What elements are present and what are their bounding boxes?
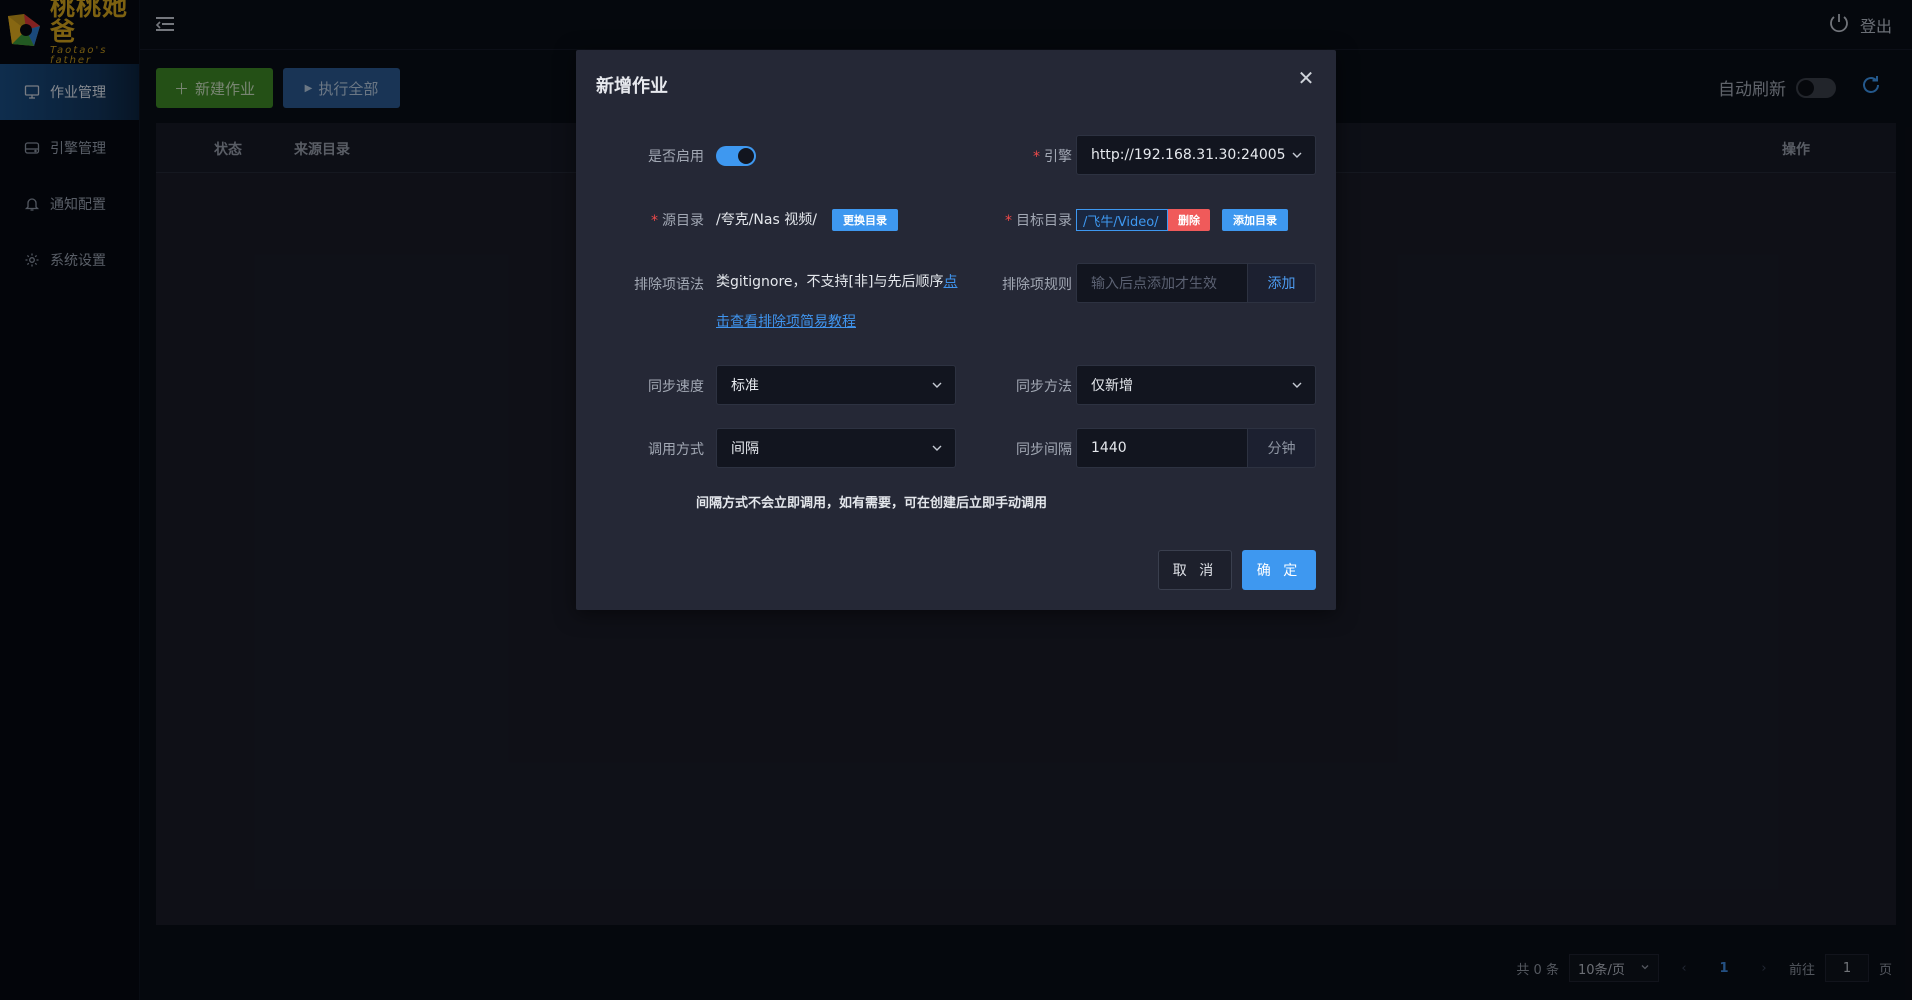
sync-interval-label: 同步间隔 — [1016, 442, 1072, 458]
exclude-rule-label: 排除项规则 — [1002, 277, 1072, 293]
interval-hint: 间隔方式不会立即调用，如有需要，可在创建后立即手动调用 — [696, 496, 1048, 511]
change-dir-button[interactable]: 更换目录 — [832, 209, 898, 231]
enabled-toggle[interactable] — [716, 146, 756, 166]
dialog-title: 新增作业 — [596, 76, 668, 97]
interval-unit: 分钟 — [1248, 428, 1316, 468]
chevron-down-icon — [1291, 379, 1303, 395]
sync-speed-select[interactable]: 标准 — [716, 365, 956, 405]
new-job-dialog: 新增作业 ✕ 是否启用 * 引擎 http://192.168.31.30:240… — [576, 50, 1336, 610]
sync-interval-input[interactable]: 1440 — [1076, 428, 1248, 468]
target-dir-label: * 目标目录 — [1005, 213, 1072, 229]
call-mode-select[interactable]: 间隔 — [716, 428, 956, 468]
chevron-down-icon — [1291, 149, 1303, 165]
sync-method-value: 仅新增 — [1091, 378, 1133, 394]
call-mode-value: 间隔 — [731, 441, 759, 457]
sync-method-select[interactable]: 仅新增 — [1076, 365, 1316, 405]
call-mode-label: 调用方式 — [648, 442, 704, 458]
confirm-button[interactable]: 确 定 — [1242, 550, 1316, 590]
sync-speed-label: 同步速度 — [648, 379, 704, 395]
delete-target-button[interactable]: 删除 — [1168, 209, 1210, 231]
source-dir-label: * 源目录 — [651, 213, 704, 229]
sync-speed-value: 标准 — [731, 378, 759, 394]
cancel-button[interactable]: 取 消 — [1158, 550, 1232, 590]
enabled-label: 是否启用 — [648, 149, 704, 165]
close-icon[interactable]: ✕ — [1296, 68, 1316, 88]
sync-method-label: 同步方法 — [1016, 379, 1072, 395]
exclude-rule-input[interactable]: 输入后点添加才生效 — [1076, 263, 1248, 303]
target-dir-value: /飞牛/Video/ — [1076, 209, 1168, 231]
engine-value: http://192.168.31.30:24005 — [1091, 147, 1286, 163]
exclude-syntax-label: 排除项语法 — [634, 277, 704, 293]
exclude-tutorial-link-cont[interactable]: 击查看排除项简易教程 — [716, 314, 856, 330]
chevron-down-icon — [931, 442, 943, 458]
exclude-syntax-help: 类gitignore，不支持[非]与先后顺序点 击查看排除项简易教程 — [716, 274, 958, 330]
engine-label: * 引擎 — [1033, 149, 1072, 165]
add-exclude-button[interactable]: 添加 — [1248, 263, 1316, 303]
engine-select[interactable]: http://192.168.31.30:24005 — [1076, 135, 1316, 175]
add-dir-button[interactable]: 添加目录 — [1222, 209, 1288, 231]
chevron-down-icon — [931, 379, 943, 395]
source-dir-value: /夸克/Nas 视频/ — [716, 212, 817, 228]
